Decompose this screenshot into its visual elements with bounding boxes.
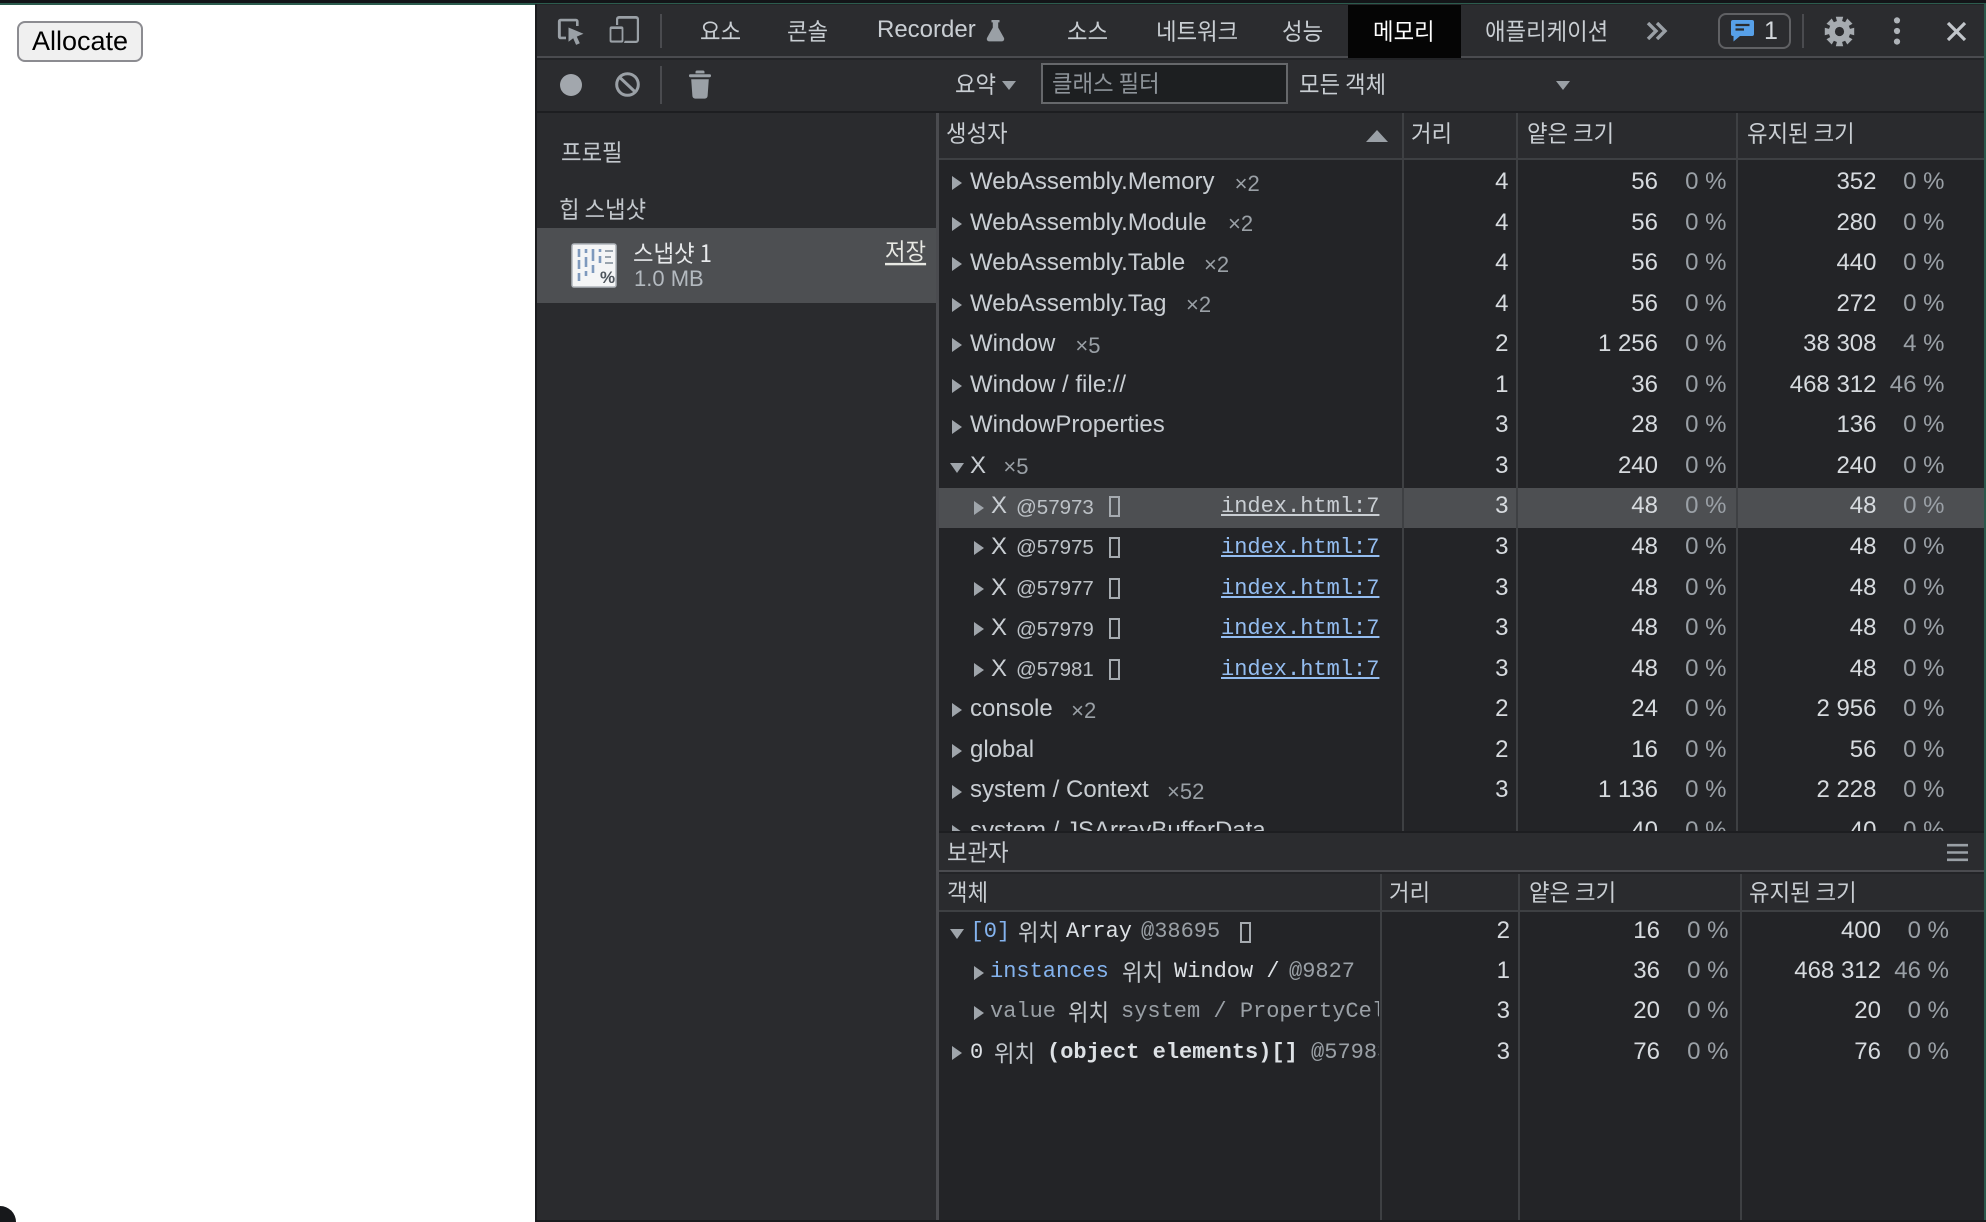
svg-text:%: % (600, 268, 615, 287)
